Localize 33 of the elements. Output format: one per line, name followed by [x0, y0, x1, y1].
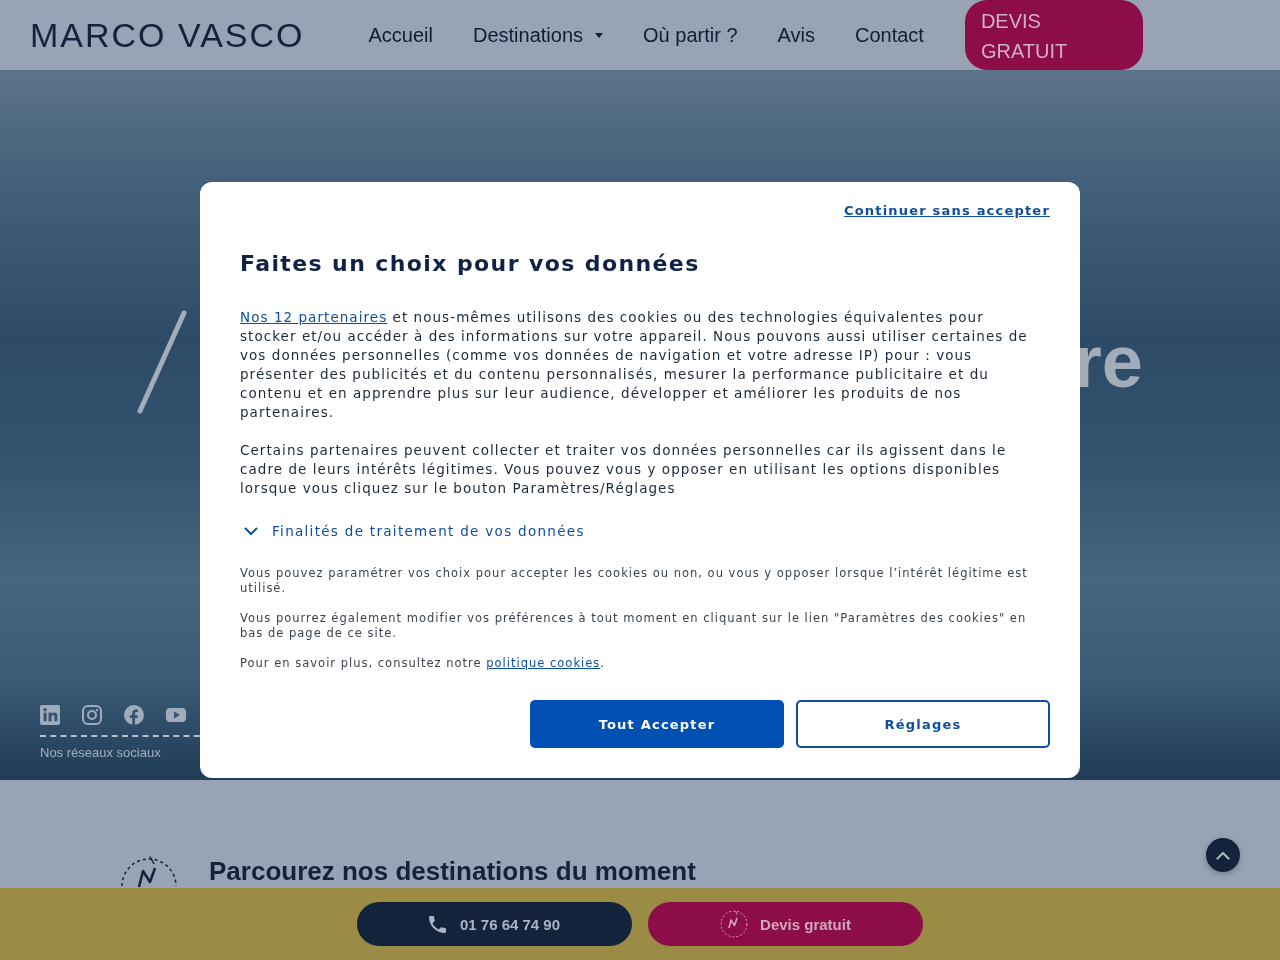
instagram-icon[interactable] — [82, 705, 102, 725]
social-label: Nos réseaux sociaux — [40, 744, 161, 762]
partners-link[interactable]: Nos 12 partenaires — [240, 309, 388, 325]
phone-button[interactable]: 01 76 64 74 90 — [357, 902, 632, 946]
info-note: Pour en savoir plus, consultez notre politique cookies. — [240, 656, 606, 671]
settings-button[interactable]: Réglages — [796, 700, 1050, 748]
logo-badge-icon — [120, 856, 178, 888]
phone-icon — [428, 915, 446, 933]
nav-link[interactable]: Accueil — [368, 22, 433, 48]
quote-button[interactable]: DEVIS GRATUIT — [964, 0, 1143, 70]
chevron-up-icon — [1216, 850, 1230, 860]
caret-icon — [595, 32, 604, 38]
purposes-toggle[interactable]: Finalités de traitement de vos données — [240, 521, 585, 541]
youtube-icon[interactable] — [166, 705, 186, 725]
section-title: Parcourez nos destinations du moment — [209, 856, 696, 886]
consent-text: Certains partenaires peuvent collecter et traiter vos données personnelles car ils agissent dans le cadre de leurs intérêts légitimes. Vous pouvez vous y opposer en utilisant les options disponibles lorsque vous cliquez sur le bouton Paramètres/Réglages — [240, 441, 1008, 498]
nav-link[interactable]: Où partir ? — [643, 22, 738, 48]
dialog-title: Faites un choix pour vos données — [240, 250, 701, 278]
accept-button[interactable]: Tout Accepter — [530, 700, 784, 748]
info-note: Vous pourrez également modifier vos préférences à tout moment en cliquant sur le lien "Paramètres des cookies" en bas de page de ce site. — [240, 611, 1028, 641]
facebook-icon[interactable] — [124, 705, 144, 725]
nav-link[interactable]: Contact — [854, 22, 924, 48]
skip-link[interactable]: Continuer sans accepter — [843, 202, 1050, 220]
nav-link[interactable]: Destinations — [473, 22, 604, 48]
quote-button[interactable]: Devis gratuit — [648, 902, 923, 946]
nav-link[interactable]: Avis — [777, 22, 815, 48]
info-note: Vous pouvez paramétrer vos choix pour accepter les cookies ou non, ou vous y opposer lorsque l’intérêt légitime est utilisé. — [240, 566, 1029, 596]
cookie-policy-link[interactable]: politique cookies — [486, 656, 601, 670]
linkedin-icon[interactable] — [40, 705, 60, 725]
slash-line-icon — [137, 310, 187, 414]
site-logo[interactable]: MARCO VASCO — [30, 15, 305, 55]
logo-badge-icon — [720, 910, 749, 938]
consent-text: Nos 12 partenaires et nous-mêmes utilisons des cookies ou des technologies équivalentes pour stocker et/ou accéder à des informations sur votre appareil. Nous pouvons aussi utiliser certaines de vos données personnelles (comme vos données de navigation et votre adresse IP) pour : vous présenter des publicités et du contenu personnalisés, mesurer la performance publicitaire et du contenu et en apprendre plus sur leur audience, développer et améliorer les produits de nos partenaires. — [240, 308, 1029, 422]
